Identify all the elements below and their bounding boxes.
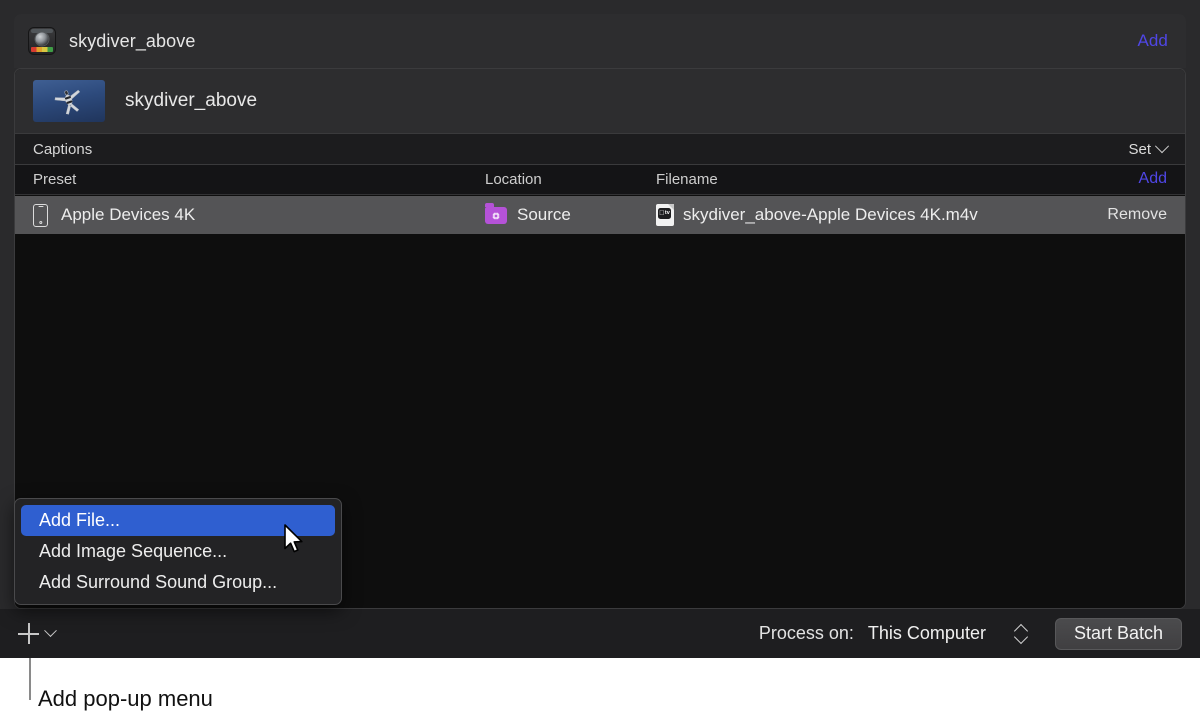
gear-icon bbox=[492, 211, 501, 220]
skydiver-figure-icon bbox=[49, 83, 89, 118]
start-batch-button[interactable]: Start Batch bbox=[1055, 618, 1182, 650]
column-header-preset: Preset bbox=[33, 171, 76, 188]
captions-set-menu[interactable]: Set bbox=[1128, 141, 1167, 158]
menu-item-add-image-sequence[interactable]: Add Image Sequence... bbox=[21, 536, 335, 567]
menu-item-add-surround-sound-group[interactable]: Add Surround Sound Group... bbox=[21, 567, 335, 598]
remove-button[interactable]: Remove bbox=[1107, 206, 1167, 224]
chevron-down-icon bbox=[1155, 139, 1169, 153]
compressor-app-icon bbox=[28, 27, 56, 55]
column-header-filename: Filename bbox=[656, 171, 718, 188]
callout-leader-line bbox=[29, 658, 31, 700]
captions-label: Captions bbox=[33, 141, 92, 158]
process-on-value[interactable]: This Computer bbox=[868, 623, 986, 644]
apple-tv-file-icon:  tv bbox=[656, 204, 674, 226]
bottom-toolbar: Process on: This Computer Start Batch bbox=[0, 609, 1200, 658]
add-popup-menu[interactable]: Add File... Add Image Sequence... Add Su… bbox=[14, 498, 342, 605]
add-popup-button[interactable] bbox=[18, 623, 55, 644]
window-add-button[interactable]: Add bbox=[1137, 31, 1168, 51]
job-name: skydiver_above bbox=[125, 90, 257, 112]
app-icon-lens bbox=[36, 32, 49, 45]
menu-item-add-file[interactable]: Add File... bbox=[21, 505, 335, 536]
cell-preset: Apple Devices 4K bbox=[33, 204, 195, 227]
location-name: Source bbox=[517, 205, 571, 225]
preset-name: Apple Devices 4K bbox=[61, 205, 195, 225]
table-row[interactable]: Apple Devices 4K bbox=[15, 196, 1185, 234]
cell-location[interactable]: Source bbox=[485, 205, 571, 225]
cell-filename:  tv skydiver_above-Apple Devices 4K.m4v bbox=[656, 204, 978, 226]
window-titlebar: skydiver_above Add bbox=[14, 14, 1186, 68]
plus-icon bbox=[18, 623, 39, 644]
chevron-down-icon bbox=[44, 624, 57, 637]
device-iphone-icon bbox=[33, 204, 48, 227]
window-title: skydiver_above bbox=[69, 31, 195, 52]
column-header-location: Location bbox=[485, 171, 542, 188]
tv-text-icon: tv bbox=[665, 211, 670, 217]
table-add-button[interactable]: Add bbox=[1139, 170, 1167, 188]
job-header[interactable]: skydiver_above bbox=[15, 69, 1185, 133]
captions-bar: Captions Set bbox=[15, 133, 1185, 165]
table-column-headers: Preset Location Filename Add bbox=[15, 165, 1185, 195]
apple-tv-badge:  tv bbox=[658, 208, 671, 219]
source-folder-icon bbox=[485, 207, 507, 224]
process-on-group: Process on: This Computer Start Batch bbox=[759, 618, 1182, 650]
callout-label: Add pop-up menu bbox=[38, 686, 213, 712]
captions-set-label: Set bbox=[1128, 141, 1151, 158]
apple-logo-icon:  bbox=[659, 210, 664, 217]
process-on-label: Process on: bbox=[759, 623, 854, 644]
skydiver-thumbnail bbox=[33, 80, 105, 122]
compressor-window: skydiver_above Add bbox=[0, 0, 1200, 658]
up-down-stepper-icon[interactable] bbox=[1014, 622, 1029, 646]
app-icon-color-stripes bbox=[31, 47, 53, 52]
output-filename: skydiver_above-Apple Devices 4K.m4v bbox=[683, 205, 978, 225]
